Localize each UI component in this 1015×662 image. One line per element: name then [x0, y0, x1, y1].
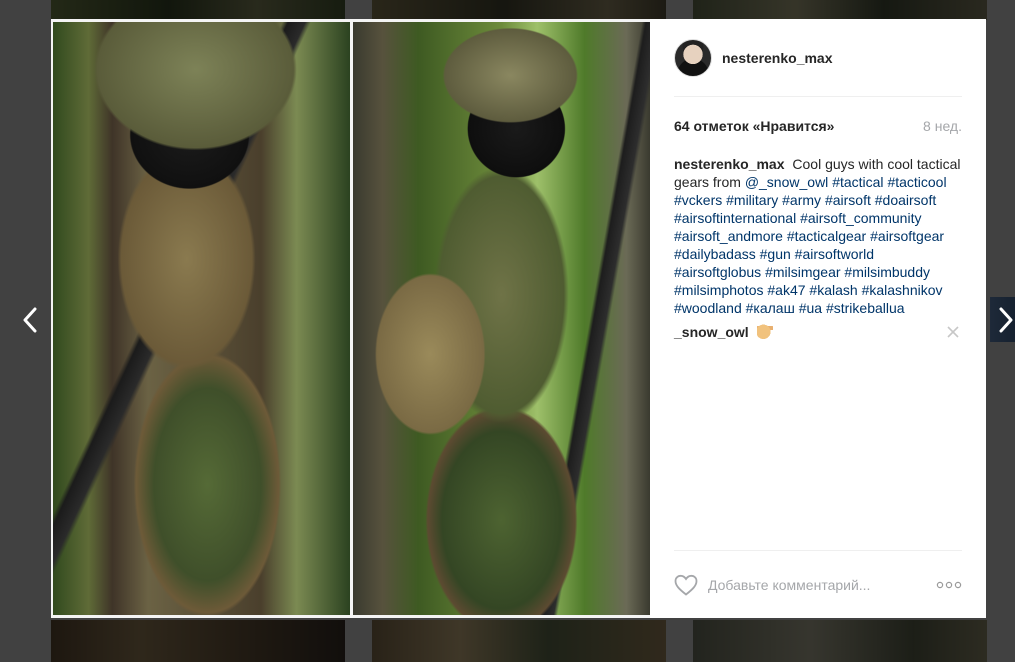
- feed-thumbnail[interactable]: [693, 620, 987, 662]
- close-icon[interactable]: [946, 325, 960, 339]
- hashtag-link[interactable]: #ak47: [767, 282, 805, 298]
- photo-collage-left: [53, 22, 350, 615]
- hashtag-link[interactable]: #gun: [760, 246, 791, 262]
- hashtag-link[interactable]: #kalashnikov: [862, 282, 943, 298]
- post-stats: 64 отметок «Нравится» 8 нед.: [674, 97, 962, 155]
- feed-thumbnail[interactable]: [372, 0, 666, 20]
- author-username-link[interactable]: nesterenko_max: [722, 50, 833, 66]
- comment-footer: [674, 550, 962, 618]
- hashtag-link[interactable]: #strikeballua: [826, 300, 905, 316]
- hashtag-link[interactable]: #airsoft_andmore: [674, 228, 783, 244]
- hashtag-link[interactable]: #military: [726, 192, 778, 208]
- hashtag-link[interactable]: #airsoftglobus: [674, 264, 761, 280]
- hashtag-link[interactable]: #airsoftinternational: [674, 210, 796, 226]
- thumbs-up-icon: [756, 323, 773, 339]
- hashtag-link[interactable]: #kalash: [809, 282, 857, 298]
- chevron-right-icon: [999, 307, 1013, 333]
- hashtag-link[interactable]: #woodland: [674, 300, 742, 316]
- hashtag-link[interactable]: #dailybadass: [674, 246, 756, 262]
- hashtag-link[interactable]: #tacticalgear: [787, 228, 866, 244]
- hashtag-link[interactable]: #ua: [799, 300, 822, 316]
- heart-icon[interactable]: [674, 574, 698, 596]
- comment-username-link[interactable]: _snow_owl: [674, 324, 749, 340]
- post-sidebar: nesterenko_max 64 отметок «Нравится» 8 н…: [650, 19, 986, 618]
- comments-list: nesterenko_max Cool guys with cool tacti…: [674, 155, 962, 550]
- comment-input[interactable]: [708, 576, 926, 593]
- post-timestamp[interactable]: 8 нед.: [923, 118, 962, 134]
- feed-thumbnail[interactable]: [51, 620, 345, 662]
- caption-username-link[interactable]: nesterenko_max: [674, 156, 785, 172]
- hashtag-link[interactable]: #airsoft: [825, 192, 871, 208]
- hashtag-link[interactable]: #tactical: [832, 174, 883, 190]
- previous-post-button[interactable]: [20, 304, 40, 336]
- post-modal: nesterenko_max 64 отметок «Нравится» 8 н…: [51, 19, 986, 618]
- hashtag-link[interactable]: #milsimphotos: [674, 282, 763, 298]
- feed-thumbnail[interactable]: [51, 0, 345, 20]
- hashtag-link[interactable]: #doairsoft: [875, 192, 936, 208]
- caption: nesterenko_max Cool guys with cool tacti…: [674, 155, 962, 317]
- feed-thumbnail[interactable]: [372, 620, 666, 662]
- photo-collage-right: [353, 22, 650, 615]
- likes-count[interactable]: 64 отметок «Нравится»: [674, 118, 834, 134]
- post-header: nesterenko_max: [674, 19, 962, 97]
- hashtag-link[interactable]: #milsimbuddy: [844, 264, 930, 280]
- hashtag-link[interactable]: #airsoftworld: [795, 246, 874, 262]
- hashtag-link[interactable]: #vckers: [674, 192, 722, 208]
- hashtag-link[interactable]: #tacticool: [887, 174, 946, 190]
- hashtag-link[interactable]: #milsimgear: [765, 264, 840, 280]
- hashtag-link[interactable]: #airsoftgear: [870, 228, 944, 244]
- hashtag-link[interactable]: #калаш: [746, 300, 795, 316]
- hashtag-link[interactable]: #airsoft_community: [800, 210, 921, 226]
- post-photo[interactable]: [51, 19, 650, 618]
- hashtag-list: #tactical #tacticool #vckers #military #…: [674, 174, 947, 316]
- hashtag-link[interactable]: #army: [782, 192, 821, 208]
- chevron-left-icon: [23, 307, 37, 333]
- mention-link[interactable]: @_snow_owl: [745, 174, 828, 190]
- more-icon[interactable]: [936, 581, 962, 589]
- feed-thumbnail[interactable]: [693, 0, 987, 20]
- avatar[interactable]: [674, 38, 712, 77]
- next-post-button[interactable]: [996, 304, 1015, 336]
- comment-item: _snow_owl: [674, 323, 962, 341]
